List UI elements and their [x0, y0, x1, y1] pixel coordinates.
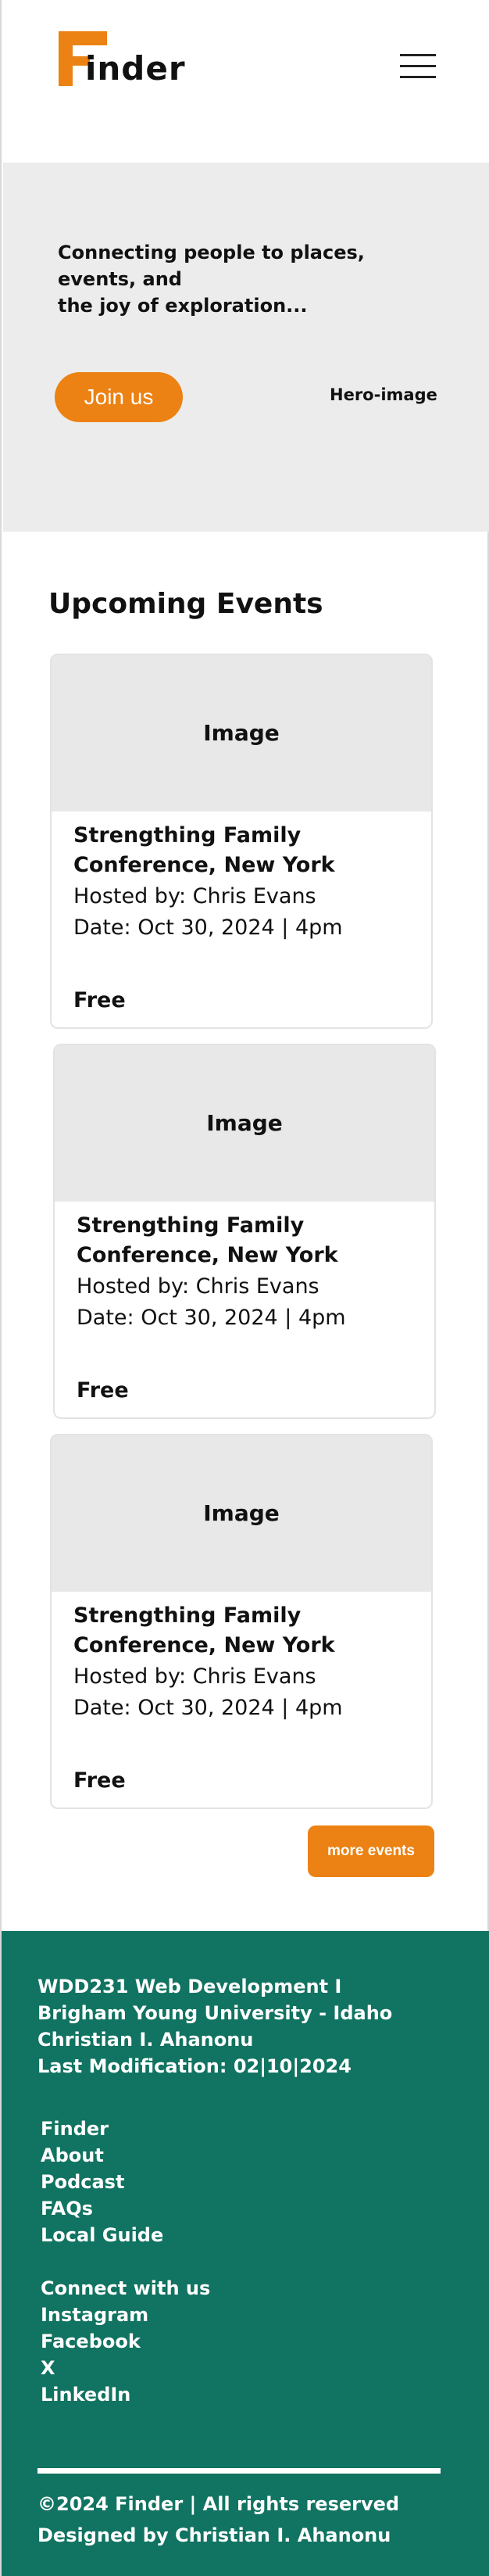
join-us-button[interactable]: Join us [55, 372, 183, 422]
social-link-linkedin[interactable]: LinkedIn [41, 2381, 210, 2408]
school-name: Brigham Young University - Idaho [37, 2002, 393, 2024]
event-host: Hosted by: Chris Evans [73, 884, 316, 908]
event-date: Date: Oct 30, 2024 | 4pm [77, 1306, 346, 1330]
event-title: Strengthing Family Conference, New York [77, 1213, 338, 1267]
event-host: Hosted by: Chris Evans [73, 1664, 316, 1689]
event-title: Strengthing Family Conference, New York [73, 823, 335, 877]
hero-tagline: Connecting people to places, events, and… [58, 242, 365, 317]
event-price: Free [77, 1378, 129, 1403]
footer-info: WDD231 Web Development I Brigham Young U… [37, 1973, 392, 2080]
event-card[interactable]: Image Strengthing Family Conference, New… [50, 654, 433, 1029]
event-price: Free [73, 988, 126, 1012]
hero-section: Connecting people to places, events, and… [3, 163, 489, 532]
footer-divider [37, 2468, 441, 2474]
site-footer: WDD231 Web Development I Brigham Young U… [2, 1931, 489, 2576]
copyright: ©2024 Finder | All rights reserved [37, 2493, 400, 2515]
author-name: Christian I. Ahanonu [37, 2029, 254, 2051]
event-image-placeholder: Image [55, 1045, 434, 1202]
logo-wordmark: inder [85, 49, 186, 88]
event-image-placeholder: Image [52, 655, 431, 811]
event-host: Hosted by: Chris Evans [77, 1274, 319, 1299]
page: inder Connecting people to places, event… [0, 0, 489, 2576]
hamburger-menu-icon[interactable] [400, 52, 437, 80]
footer-social: Connect with us Instagram Facebook X Lin… [41, 2275, 210, 2408]
social-link-facebook[interactable]: Facebook [41, 2328, 210, 2355]
social-link-instagram[interactable]: Instagram [41, 2302, 210, 2328]
last-modified: Last Modification: 02|10|2024 [37, 2055, 352, 2077]
social-link-x[interactable]: X [41, 2355, 210, 2381]
footer-bottom: ©2024 Finder | All rights reserved Desig… [37, 2488, 399, 2551]
hero-image-placeholder: Hero-image [330, 385, 437, 404]
event-card[interactable]: Image Strengthing Family Conference, New… [53, 1044, 436, 1419]
more-events-button[interactable]: more events [308, 1825, 434, 1877]
footer-link-faqs[interactable]: FAQs [41, 2195, 163, 2222]
event-title: Strengthing Family Conference, New York [73, 1603, 335, 1657]
footer-link-about[interactable]: About [41, 2142, 163, 2169]
site-header: inder [2, 0, 489, 163]
social-heading: Connect with us [41, 2277, 211, 2299]
footer-link-finder[interactable]: Finder [41, 2116, 163, 2142]
footer-link-podcast[interactable]: Podcast [41, 2169, 163, 2195]
event-image-placeholder: Image [52, 1435, 431, 1592]
footer-link-local-guide[interactable]: Local Guide [41, 2222, 163, 2248]
upcoming-events-heading: Upcoming Events [48, 588, 323, 620]
event-date: Date: Oct 30, 2024 | 4pm [73, 1696, 343, 1720]
course-name: WDD231 Web Development I [37, 1976, 342, 1997]
finder-logo[interactable]: inder [59, 31, 191, 89]
event-date: Date: Oct 30, 2024 | 4pm [73, 915, 343, 940]
event-card[interactable]: Image Strengthing Family Conference, New… [50, 1434, 433, 1809]
designer-credit: Designed by Christian I. Ahanonu [37, 2524, 391, 2546]
event-price: Free [73, 1768, 126, 1793]
footer-nav: Finder About Podcast FAQs Local Guide [41, 2116, 163, 2248]
